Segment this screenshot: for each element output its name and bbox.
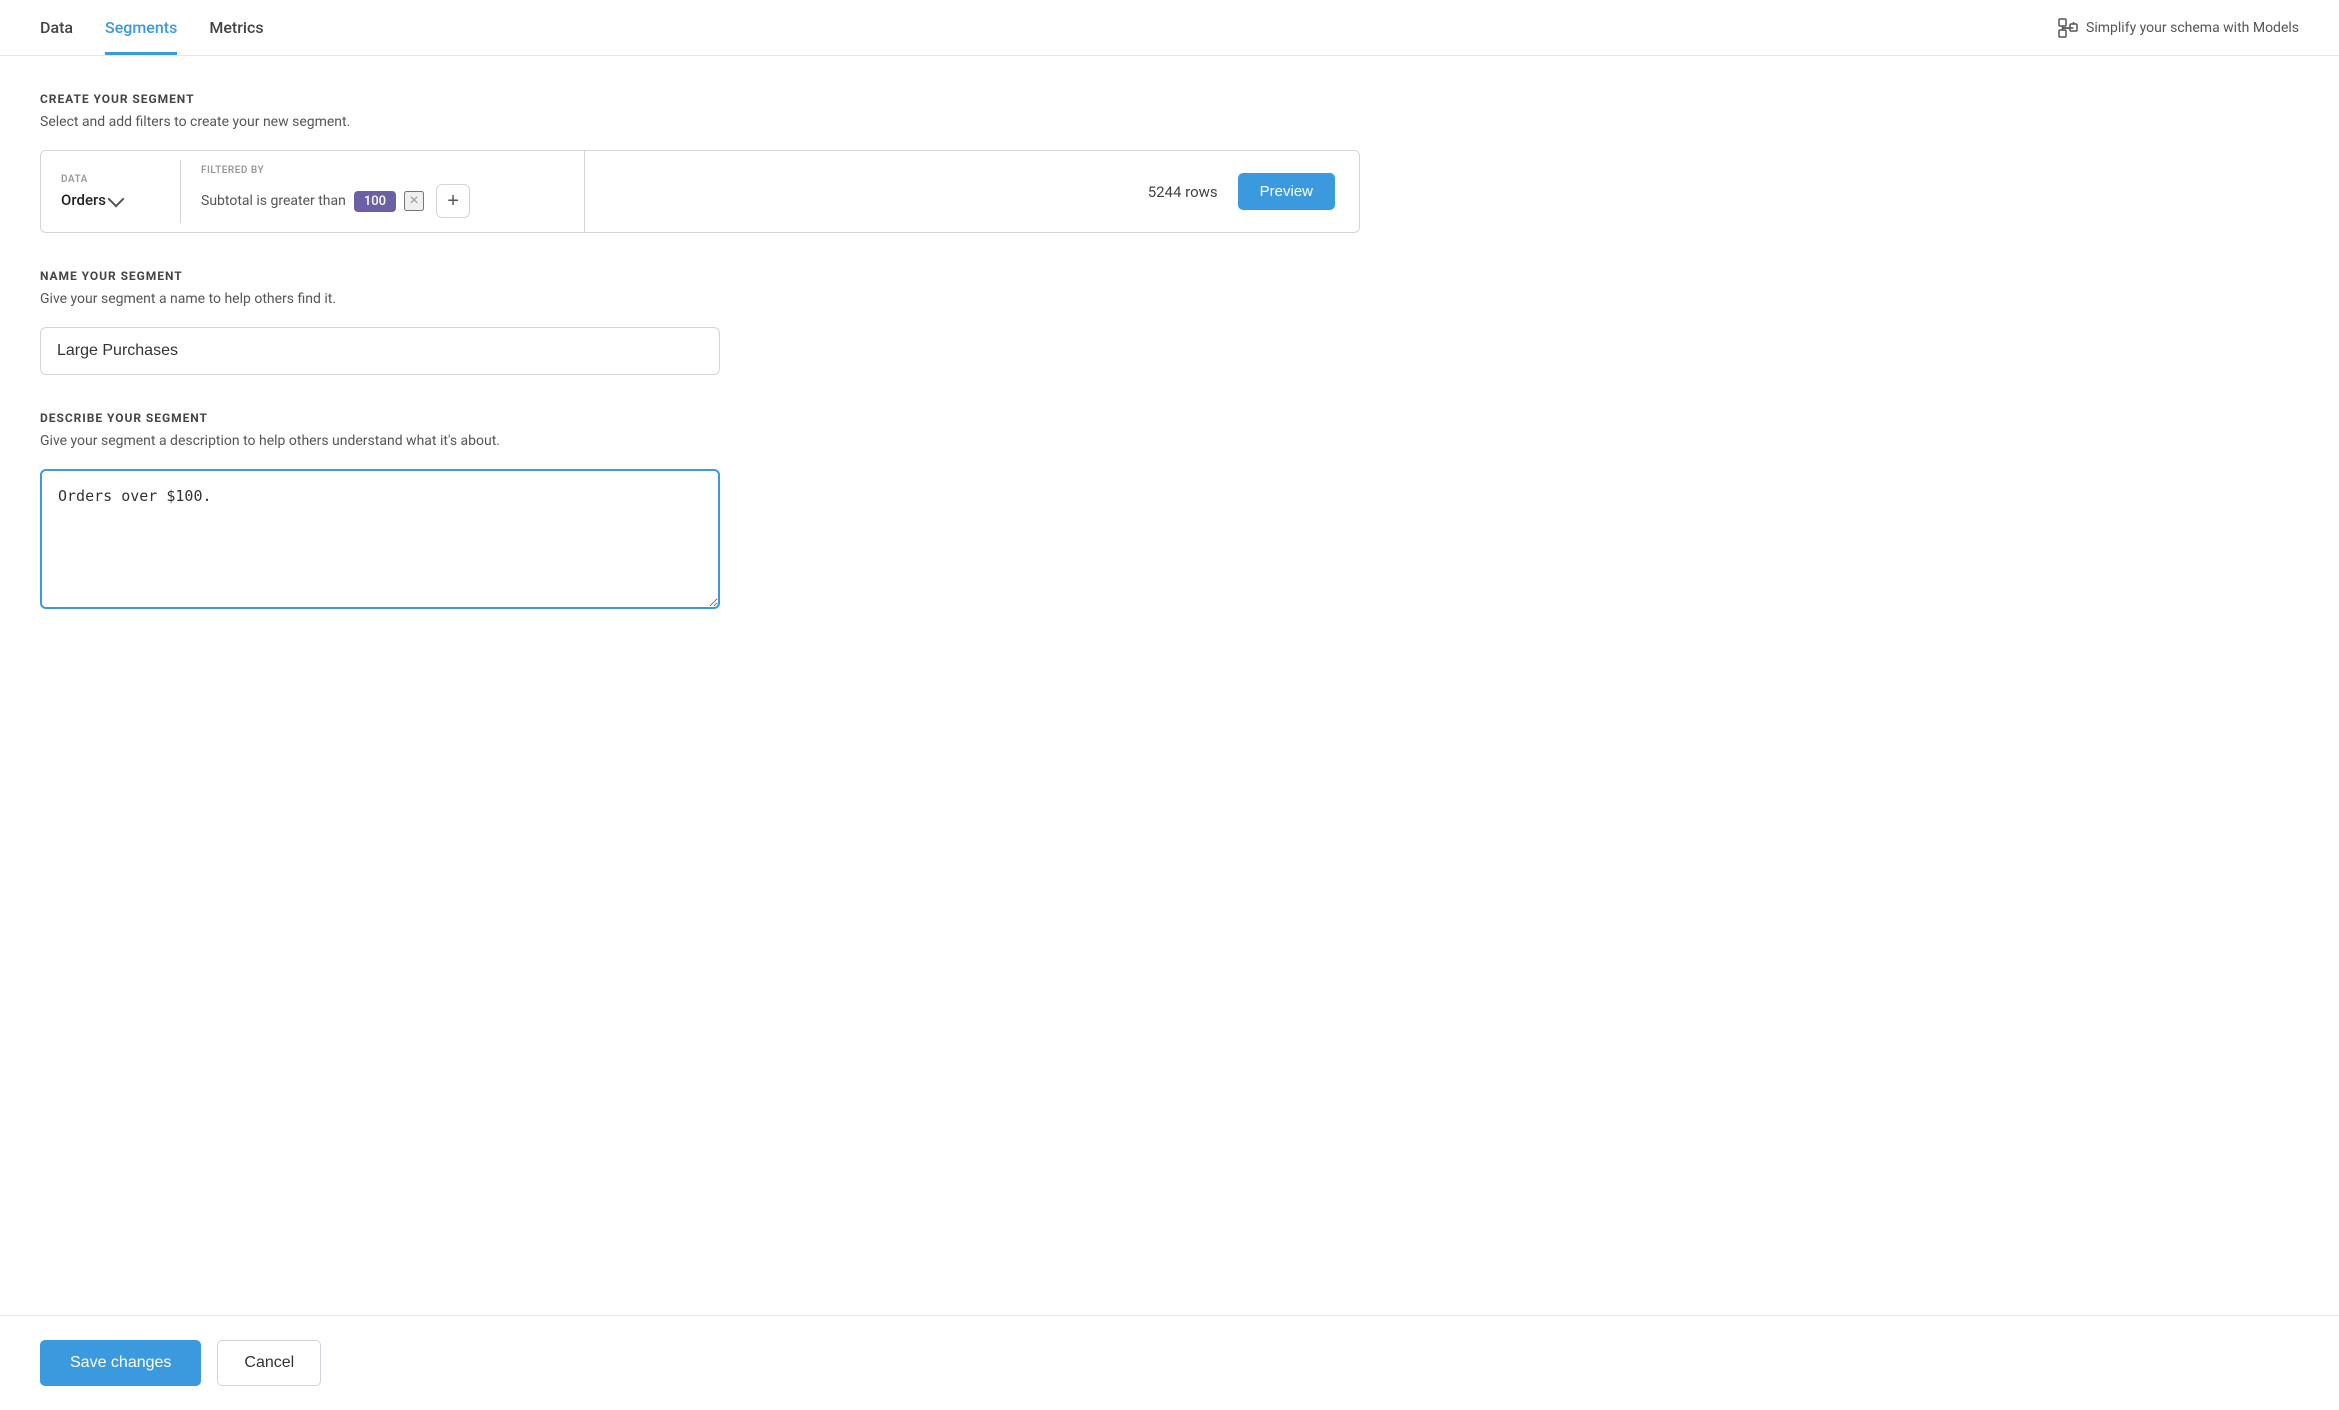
filter-by-label: FILTERED BY [201,165,564,176]
filter-remove-button[interactable]: × [404,191,424,211]
data-column: DATA Orders [41,160,181,223]
save-changes-button[interactable]: Save changes [40,1340,201,1386]
tab-segments[interactable]: Segments [105,0,177,55]
nav-tabs: Data Segments Metrics [40,0,264,55]
data-label: DATA [61,174,122,185]
data-selector[interactable]: Orders [61,191,122,209]
create-segment-title: CREATE YOUR SEGMENT [40,92,1360,106]
filter-chip-text: Subtotal is greater than [201,193,346,209]
name-segment-title: NAME YOUR SEGMENT [40,269,1360,283]
top-nav: Data Segments Metrics Simplify your sche… [0,0,2339,56]
nav-right: Simplify your schema with Models [2058,18,2299,38]
segment-name-input[interactable] [40,327,720,375]
preview-button[interactable]: Preview [1238,173,1335,210]
filter-rows-column: 5244 rows Preview [585,159,1359,224]
data-selector-value: Orders [61,191,106,209]
segment-description-textarea[interactable]: Orders over $100. [40,469,720,609]
cancel-button[interactable]: Cancel [217,1340,321,1386]
tab-metrics[interactable]: Metrics [209,0,263,55]
name-segment-section: NAME YOUR SEGMENT Give your segment a na… [40,269,1360,375]
describe-segment-section: DESCRIBE YOUR SEGMENT Give your segment … [40,411,1360,613]
models-link[interactable]: Simplify your schema with Models [2086,20,2299,36]
filter-by-column: FILTERED BY Subtotal is greater than 100… [181,151,585,232]
rows-count: 5244 rows [1148,183,1218,201]
models-icon [2058,18,2078,38]
filter-chips: Subtotal is greater than 100 × + [201,184,564,218]
filter-chip-badge: 100 [354,191,396,212]
main-content: CREATE YOUR SEGMENT Select and add filte… [0,56,1400,613]
filter-box: DATA Orders FILTERED BY Subtotal is grea… [40,150,1360,233]
bottom-action-bar: Save changes Cancel [0,1315,2339,1410]
create-segment-section: CREATE YOUR SEGMENT Select and add filte… [40,92,1360,233]
name-segment-desc: Give your segment a name to help others … [40,291,1360,307]
describe-segment-desc: Give your segment a description to help … [40,433,1360,449]
tab-data[interactable]: Data [40,0,73,55]
describe-segment-title: DESCRIBE YOUR SEGMENT [40,411,1360,425]
create-segment-desc: Select and add filters to create your ne… [40,114,1360,130]
chevron-down-icon [108,190,125,207]
add-filter-button[interactable]: + [436,184,470,218]
